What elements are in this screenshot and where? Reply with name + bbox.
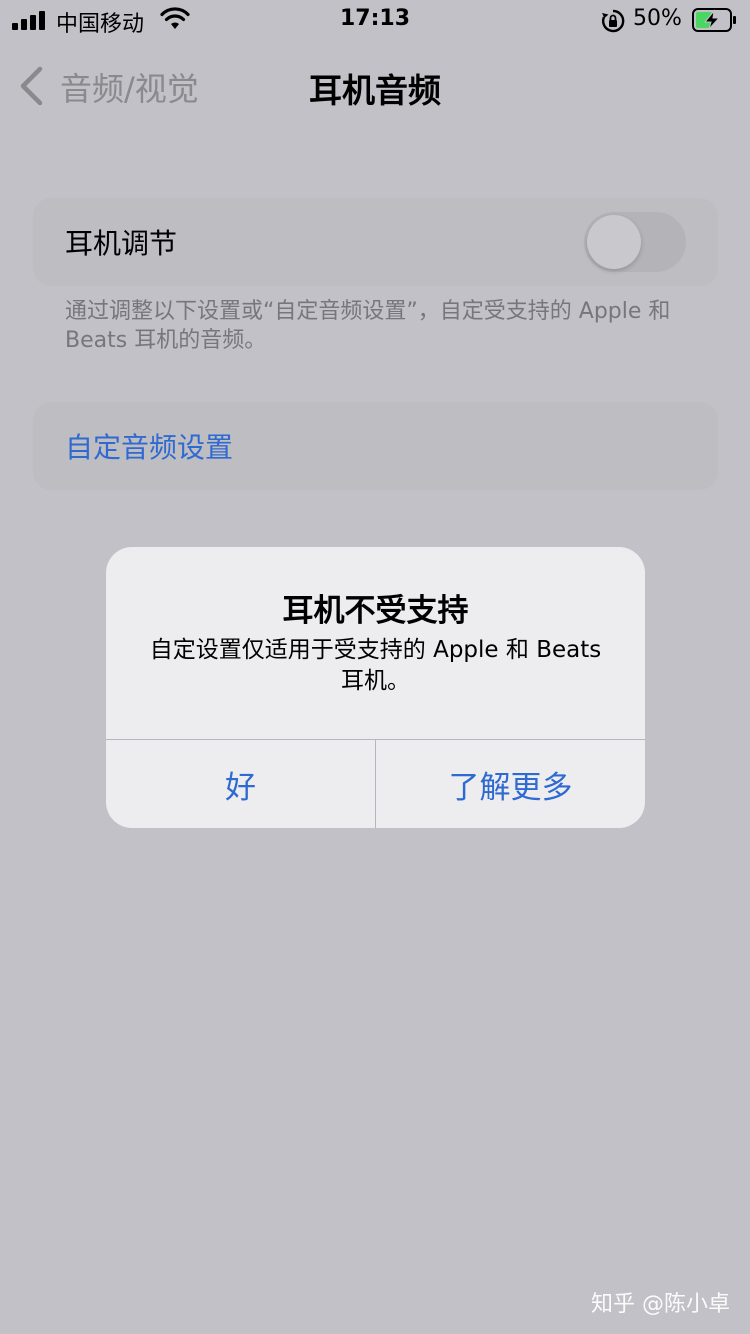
status-bar: 中国移动 17:13 50% <box>0 0 750 40</box>
custom-audio-setup-row[interactable]: 自定音频设置 <box>33 402 718 490</box>
alert-title: 耳机不受支持 <box>282 593 469 629</box>
rotation-lock-icon <box>602 9 625 33</box>
alert-dialog: 耳机不受支持 自定设置仅适用于受支持的 Apple 和 Beats 耳机。 好 … <box>106 547 645 828</box>
watermark: 知乎 @陈小卓 <box>591 1292 730 1317</box>
ok-button[interactable]: 好 <box>106 740 375 828</box>
alert-message: 自定设置仅适用于受支持的 Apple 和 Beats 耳机。 <box>149 637 602 694</box>
toggle-knob <box>587 215 641 269</box>
custom-audio-setup-label: 自定音频设置 <box>65 431 234 464</box>
headphone-accommodations-label: 耳机调节 <box>65 227 178 260</box>
settings-footnote: 通过调整以下设置或“自定音频设置”，自定受支持的 Apple 和 Beats 耳… <box>65 299 671 353</box>
headphone-accommodations-row: 耳机调节 <box>33 198 718 286</box>
battery-percent: 50% <box>633 6 682 31</box>
battery-charging-icon <box>692 8 736 32</box>
page-title: 耳机音频 <box>309 71 441 110</box>
headphone-accommodations-toggle[interactable] <box>584 212 686 272</box>
learn-more-button[interactable]: 了解更多 <box>376 740 645 828</box>
